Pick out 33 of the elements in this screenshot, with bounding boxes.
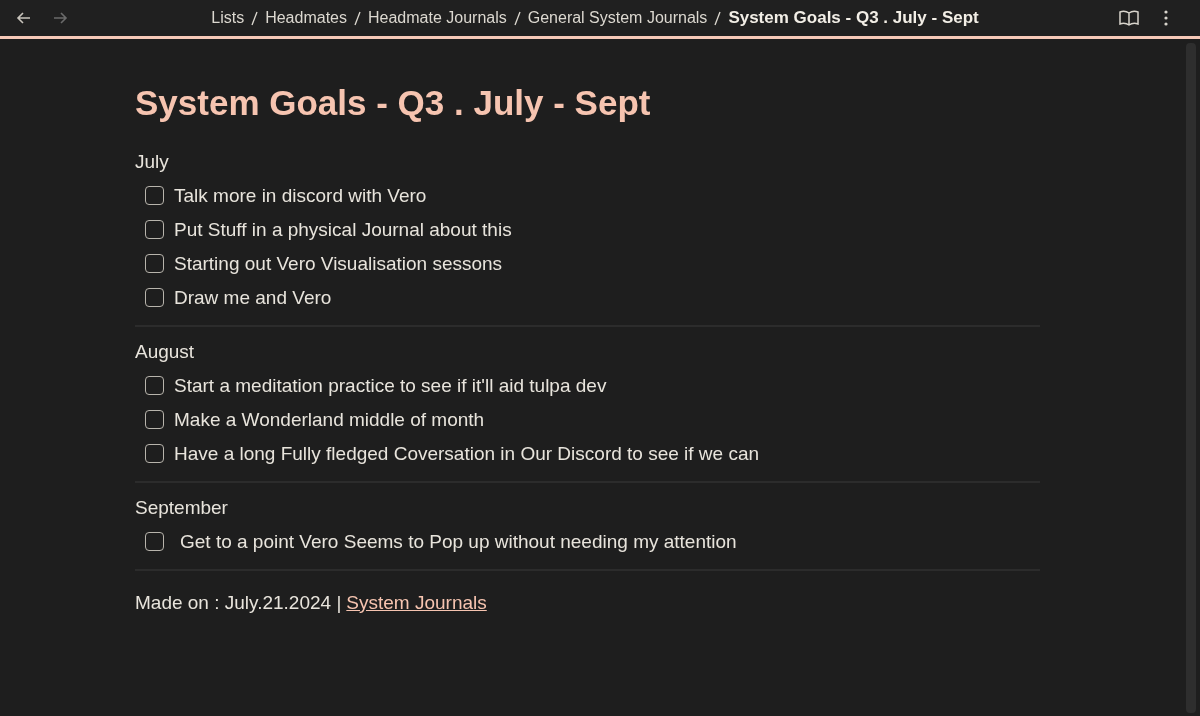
task-text: Start a meditation practice to see if it'll aid tulpa dev [174,373,607,398]
breadcrumb-link[interactable]: Headmates [265,6,347,30]
breadcrumb-link[interactable]: Headmate Journals [368,6,507,30]
checkbox[interactable] [145,220,164,240]
breadcrumb-link[interactable]: Lists [211,6,245,30]
task-text: Get to a point Vero Seems to Pop up without needing my attention [180,529,737,554]
section-heading: September [135,495,229,520]
breadcrumb-separator-icon [251,10,259,26]
more-options-icon[interactable] [1164,10,1168,26]
checkbox[interactable] [145,444,164,464]
checkbox[interactable] [145,288,164,308]
breadcrumb-link[interactable]: General System Journals [527,6,708,30]
checkbox[interactable] [145,410,164,430]
footer-link[interactable]: System Journals [346,588,487,618]
checkbox[interactable] [145,376,164,396]
checkbox[interactable] [145,254,164,274]
book-icon[interactable] [1118,9,1140,27]
task-text: Have a long Fully fledged Coversation in Our Discord to see if we can [174,441,760,466]
checkbox[interactable] [145,186,164,206]
page-title: System Goals - Q3 . July - Sept [135,82,652,124]
section-heading: July [135,149,170,174]
task-text: Talk more in discord with Vero [174,183,427,208]
checkbox[interactable] [145,532,164,552]
footer-text: Made on : July.21.2024 | [135,590,342,615]
section-heading: August [135,339,196,364]
breadcrumb-separator-icon [714,10,722,26]
task-text: Starting out Vero Visualisation sessons [174,251,503,276]
current-page-title: System Goals - Q3 . July - Sept [728,7,979,30]
breadcrumb-separator-icon [513,10,521,26]
task-text: Draw me and Vero [174,285,332,310]
breadcrumb-separator-icon [354,10,361,26]
task-text: Make a Wonderland middle of month [174,407,485,432]
task-text: Put Stuff in a physical Journal about this [174,217,512,242]
